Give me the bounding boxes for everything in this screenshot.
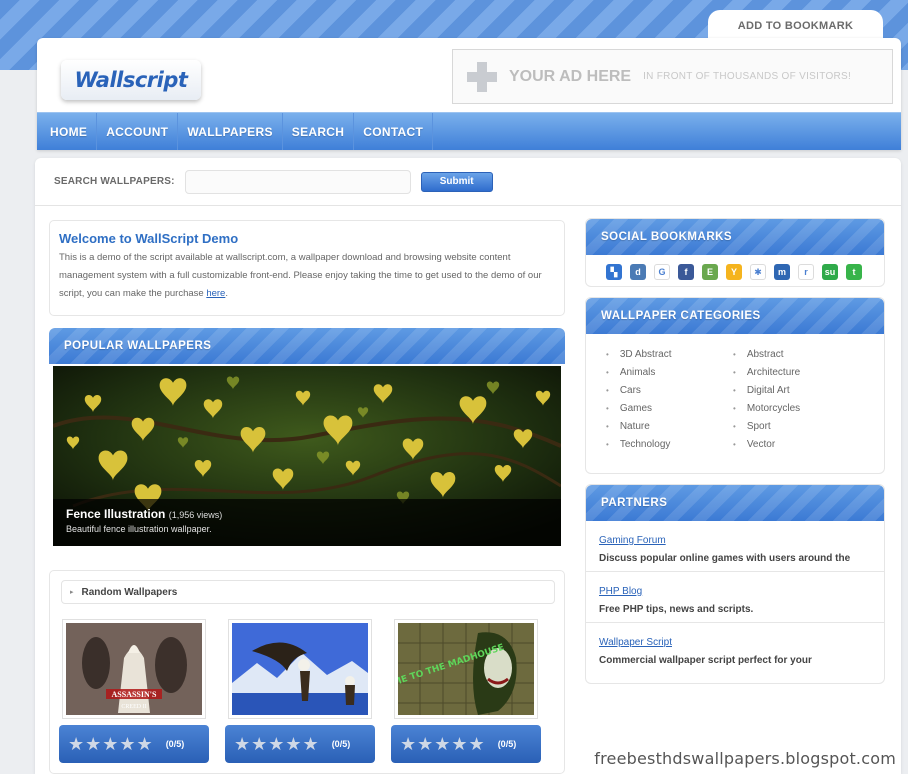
- google-icon[interactable]: G: [654, 264, 670, 280]
- partner-item: Wallpaper Script Commercial wallpaper sc…: [586, 623, 884, 674]
- watermark-text: freebesthdswallpapers.blogspot.com: [594, 749, 896, 768]
- category-link[interactable]: Animals: [606, 364, 733, 382]
- rating-bar[interactable]: ★★★★★ (0/5): [225, 725, 375, 763]
- nav-account[interactable]: ACCOUNT: [97, 113, 179, 150]
- category-link[interactable]: Vector: [733, 436, 860, 454]
- category-link[interactable]: Cars: [606, 382, 733, 400]
- digg-icon[interactable]: d: [630, 264, 646, 280]
- popular-wallpapers: POPULAR WALLPAPERS Fence Illustration (1…: [49, 328, 565, 552]
- partner-description: Discuss popular online games with users …: [599, 553, 851, 564]
- site-logo[interactable]: Wallscript: [61, 60, 201, 100]
- category-link[interactable]: 3D Abstract: [606, 346, 733, 364]
- reddit-icon[interactable]: r: [798, 264, 814, 280]
- technorati-icon[interactable]: t: [846, 264, 862, 280]
- evernote-icon[interactable]: E: [702, 264, 718, 280]
- rating-count: (0/5): [331, 739, 351, 749]
- nav-wallpapers[interactable]: WALLPAPERS: [178, 113, 283, 150]
- thumb-image-frame[interactable]: [228, 619, 372, 719]
- welcome-body: This is a demo of the script available a…: [59, 252, 542, 299]
- category-link[interactable]: Technology: [606, 436, 733, 454]
- logo-text: Wallscript: [74, 68, 188, 92]
- ad-banner[interactable]: YOUR AD HERE IN FRONT OF THOUSANDS OF VI…: [452, 49, 893, 104]
- category-link[interactable]: Digital Art: [733, 382, 860, 400]
- rating-bar[interactable]: ★★★★★ (0/5): [391, 725, 541, 763]
- stumbleupon-icon[interactable]: su: [822, 264, 838, 280]
- categories-box: WALLPAPER CATEGORIES 3D AbstractAnimalsC…: [585, 297, 885, 474]
- myspace-icon[interactable]: m: [774, 264, 790, 280]
- site-header: Wallscript YOUR AD HERE IN FRONT OF THOU…: [37, 38, 901, 150]
- windows-live-icon[interactable]: ✱: [750, 264, 766, 280]
- category-link[interactable]: Motorcycles: [733, 400, 860, 418]
- thumb-image-frame[interactable]: ASSASSIN'S CREED II: [62, 619, 206, 719]
- welcome-title: Welcome to WallScript Demo: [59, 231, 239, 246]
- bullet-icon: ▸: [70, 589, 74, 596]
- submit-button[interactable]: Submit: [420, 171, 493, 192]
- social-bookmarks-box: SOCIAL BOOKMARKS ▚ d Gf E Y ✱ m r su t: [585, 218, 885, 287]
- partners-box: PARTNERS Gaming Forum Discuss popular on…: [585, 484, 885, 684]
- partner-item: PHP Blog Free PHP tips, news and scripts…: [586, 572, 884, 623]
- eagles-image: [232, 623, 368, 715]
- rating-count: (0/5): [497, 739, 517, 749]
- thumb-image-frame[interactable]: WELCOME TO THE MADHOUSE: [394, 619, 538, 719]
- category-column-2: AbstractArchitectureDigital ArtMotorcycl…: [733, 346, 860, 454]
- partner-link-php-blog[interactable]: PHP Blog: [599, 586, 642, 597]
- yahoo-buzz-icon[interactable]: Y: [726, 264, 742, 280]
- assassins-logo-line1: ASSASSIN'S: [112, 690, 157, 699]
- featured-description: Beautiful fence illustration wallpaper.: [66, 524, 212, 534]
- welcome-tail: .: [225, 288, 228, 299]
- social-heading: SOCIAL BOOKMARKS: [586, 219, 884, 255]
- star-rating-icon[interactable]: ★★★★★: [234, 734, 320, 755]
- welcome-text: This is a demo of the script available a…: [59, 249, 555, 303]
- delicious-icon[interactable]: ▚: [606, 264, 622, 280]
- plus-icon: [467, 61, 497, 92]
- random-thumb-1[interactable]: ASSASSIN'S CREED II ★★★★★ (0/5): [59, 615, 209, 765]
- purchase-link[interactable]: here: [206, 288, 225, 299]
- category-link[interactable]: Abstract: [733, 346, 860, 364]
- joker-image: WELCOME TO THE MADHOUSE: [398, 623, 534, 715]
- random-wallpapers: ▸ Random Wallpapers ASSASSIN'S CREED II: [49, 570, 565, 774]
- category-link[interactable]: Sport: [733, 418, 860, 436]
- partner-item: Gaming Forum Discuss popular online game…: [586, 521, 884, 572]
- welcome-box: Welcome to WallScript Demo This is a dem…: [49, 220, 565, 316]
- popular-heading: POPULAR WALLPAPERS: [49, 328, 565, 364]
- star-rating-icon[interactable]: ★★★★★: [68, 734, 154, 755]
- random-heading-text: Random Wallpapers: [81, 586, 178, 598]
- ad-title: YOUR AD HERE: [509, 67, 632, 85]
- featured-caption: Fence Illustration (1,956 views) Beautif…: [53, 499, 561, 546]
- featured-views: (1,956 views): [168, 510, 223, 520]
- nav-contact[interactable]: CONTACT: [354, 113, 434, 150]
- partner-link-gaming-forum[interactable]: Gaming Forum: [599, 535, 666, 546]
- ad-subtitle: IN FRONT OF THOUSANDS OF VISITORS!: [643, 71, 852, 82]
- category-columns: 3D AbstractAnimalsCarsGamesNatureTechnol…: [586, 334, 884, 454]
- category-link[interactable]: Nature: [606, 418, 733, 436]
- partner-description: Commercial wallpaper script perfect for …: [599, 655, 812, 666]
- random-thumb-3[interactable]: WELCOME TO THE MADHOUSE ★★★★★ (0/5): [391, 615, 541, 765]
- nav-search[interactable]: SEARCH: [283, 113, 355, 150]
- featured-wallpaper[interactable]: Fence Illustration (1,956 views) Beautif…: [53, 366, 561, 546]
- featured-title: Fence Illustration (1,956 views): [66, 507, 548, 521]
- main-nav: HOME ACCOUNT WALLPAPERS SEARCH CONTACT: [37, 112, 901, 150]
- search-bar: SEARCH WALLPAPERS: Submit: [35, 158, 901, 206]
- partner-description: Free PHP tips, news and scripts.: [599, 604, 754, 615]
- random-thumb-2[interactable]: ★★★★★ (0/5): [225, 615, 375, 765]
- category-column-1: 3D AbstractAnimalsCarsGamesNatureTechnol…: [606, 346, 733, 454]
- social-icons-row: ▚ d Gf E Y ✱ m r su t: [586, 255, 884, 280]
- category-link[interactable]: Games: [606, 400, 733, 418]
- assassins-logo-line2: CREED II: [121, 704, 146, 710]
- categories-heading: WALLPAPER CATEGORIES: [586, 298, 884, 334]
- facebook-icon[interactable]: f: [678, 264, 694, 280]
- nav-home[interactable]: HOME: [37, 113, 98, 150]
- star-rating-icon[interactable]: ★★★★★: [400, 734, 486, 755]
- featured-title-text: Fence Illustration: [66, 507, 166, 521]
- partner-link-wallpaper-script[interactable]: Wallpaper Script: [599, 637, 672, 648]
- random-heading: ▸ Random Wallpapers: [61, 580, 555, 604]
- main-content: SEARCH WALLPAPERS: Submit Welcome to Wal…: [35, 158, 901, 774]
- category-link[interactable]: Architecture: [733, 364, 860, 382]
- search-label: SEARCH WALLPAPERS:: [54, 176, 175, 187]
- search-input[interactable]: [184, 169, 411, 194]
- partners-heading: PARTNERS: [586, 485, 884, 521]
- rating-count: (0/5): [165, 739, 185, 749]
- rating-bar[interactable]: ★★★★★ (0/5): [59, 725, 209, 763]
- assassins-creed-image: ASSASSIN'S CREED II: [66, 623, 202, 715]
